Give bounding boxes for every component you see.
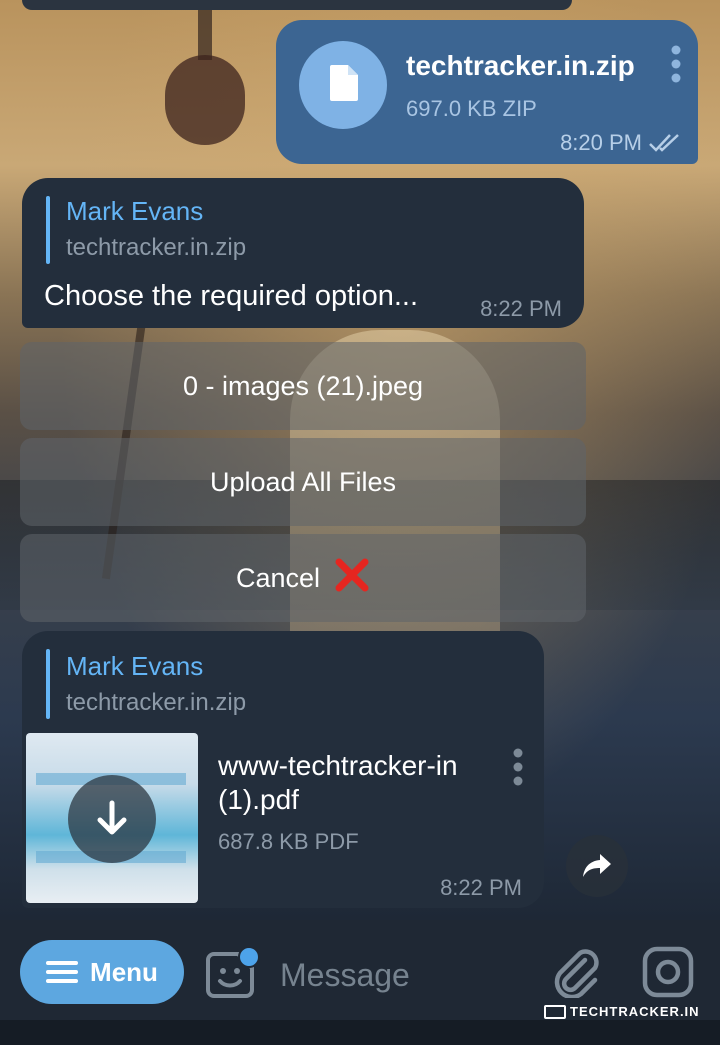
file-icon[interactable] — [299, 41, 387, 129]
camera-icon[interactable] — [642, 946, 694, 998]
message-input[interactable] — [278, 952, 542, 998]
message-time: 8:22 PM — [480, 296, 562, 321]
notification-dot — [238, 946, 260, 968]
forward-button[interactable] — [566, 835, 628, 897]
menu-button[interactable]: Menu — [20, 940, 184, 1004]
reply-bar — [46, 649, 50, 719]
keyboard-button-label: 0 - images (21).jpeg — [182, 370, 424, 401]
pdf-file-size: 687.8 KB PDF — [218, 829, 359, 854]
watermark-text: TECHTRACKER.IN — [570, 1004, 700, 1019]
message-time: 8:20 PM — [560, 130, 642, 155]
file-size: 697.0 KB ZIP — [406, 96, 537, 121]
reply-file-name: techtracker.in.zip — [66, 689, 247, 716]
message-time: 8:22 PM — [440, 875, 522, 900]
reply-sender-name[interactable]: Mark Evans — [66, 196, 203, 227]
hamburger-icon — [46, 956, 79, 988]
cross-mark-icon — [334, 557, 370, 600]
double-check-icon — [649, 134, 679, 152]
laptop-icon — [544, 1004, 566, 1019]
download-icon[interactable] — [68, 775, 156, 863]
watermark: TECHTRACKER.IN — [544, 1004, 700, 1019]
paperclip-icon[interactable] — [552, 946, 600, 998]
keyboard-button-label: Upload All Files — [209, 466, 397, 497]
reply-bar — [46, 196, 50, 264]
file-name: techtracker.in.zip — [406, 50, 635, 81]
reply-sender-name[interactable]: Mark Evans — [66, 651, 203, 682]
more-options-icon[interactable] — [670, 44, 682, 84]
keyboard-button-upload-all[interactable]: Upload All Files — [20, 438, 586, 526]
keyboard-button-cancel[interactable]: Cancel — [20, 534, 586, 622]
sticker-button[interactable] — [206, 946, 260, 1000]
previous-message-edge — [22, 0, 572, 10]
pdf-file-message[interactable]: Mark Evans techtracker.in.zip www-techtr… — [22, 631, 544, 908]
outgoing-file-message[interactable]: techtracker.in.zip 697.0 KB ZIP 8:20 PM — [276, 20, 698, 164]
more-options-icon[interactable] — [512, 747, 524, 787]
keyboard-button-label: Cancel — [235, 562, 321, 593]
keyboard-button-image[interactable]: 0 - images (21).jpeg — [20, 342, 586, 430]
share-icon — [583, 854, 611, 877]
reply-file-name: techtracker.in.zip — [66, 234, 247, 261]
navigation-bar-edge — [0, 1020, 720, 1045]
message-text: Choose the required option... — [44, 280, 419, 312]
bot-message[interactable]: Mark Evans techtracker.in.zip Choose the… — [22, 178, 584, 328]
pdf-file-name: www-techtracker-in (1).pdf — [218, 750, 458, 815]
pdf-thumbnail[interactable] — [26, 733, 198, 903]
menu-label: Menu — [90, 956, 158, 987]
